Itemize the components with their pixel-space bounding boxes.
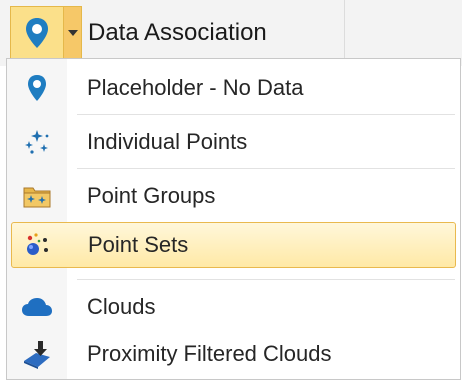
data-association-main-button[interactable] <box>10 6 64 60</box>
menu-item-label: Proximity Filtered Clouds <box>87 341 332 366</box>
proximity-filtered-clouds-icon <box>24 341 50 369</box>
ribbon-separator <box>344 0 345 66</box>
individual-points-icon <box>25 130 49 154</box>
menu-item-label: Individual Points <box>87 129 248 154</box>
location-pin-icon <box>28 75 46 101</box>
menu-item-clouds[interactable]: Clouds <box>11 284 456 330</box>
menu-item-icon <box>11 119 63 165</box>
cloud-icon <box>22 298 52 316</box>
menu-item-icon <box>11 65 63 111</box>
point-groups-icon <box>23 187 51 208</box>
menu-item-icon <box>11 284 63 330</box>
menu-item-label: Placeholder - No Data <box>87 75 304 100</box>
menu-item-individual-points[interactable]: Individual Points <box>11 119 456 165</box>
menu-item-icon <box>11 331 63 377</box>
location-pin-icon <box>26 18 48 48</box>
chevron-down-icon <box>67 30 78 36</box>
menu-item-proximity-filtered-clouds[interactable]: Proximity Filtered Clouds <box>11 331 456 377</box>
menu-item-label: Point Groups <box>87 183 216 208</box>
point-sets-icon <box>27 233 48 255</box>
data-association-label[interactable]: Data Association <box>88 19 267 47</box>
menu-divider <box>77 168 455 169</box>
menu-item-label: Point Sets <box>88 232 189 257</box>
menu-item-placeholder-no-data[interactable]: Placeholder - No Data <box>11 65 456 111</box>
menu-item-point-groups[interactable]: Point Groups <box>11 173 456 219</box>
menu-item-icon <box>11 173 63 219</box>
menu-item-point-sets[interactable]: Point Sets <box>11 222 456 268</box>
menu-item-icon <box>12 222 64 268</box>
data-association-split-button[interactable]: Data Association <box>10 6 267 60</box>
data-association-menu: Placeholder - No Data Individual Points <box>6 58 461 380</box>
menu-item-label: Clouds <box>87 294 156 319</box>
menu-divider <box>77 279 455 280</box>
app-stage: Data Association Placeholder - No Data I… <box>0 0 462 381</box>
data-association-dropdown-arrow[interactable] <box>64 6 82 60</box>
menu-divider <box>77 114 455 115</box>
